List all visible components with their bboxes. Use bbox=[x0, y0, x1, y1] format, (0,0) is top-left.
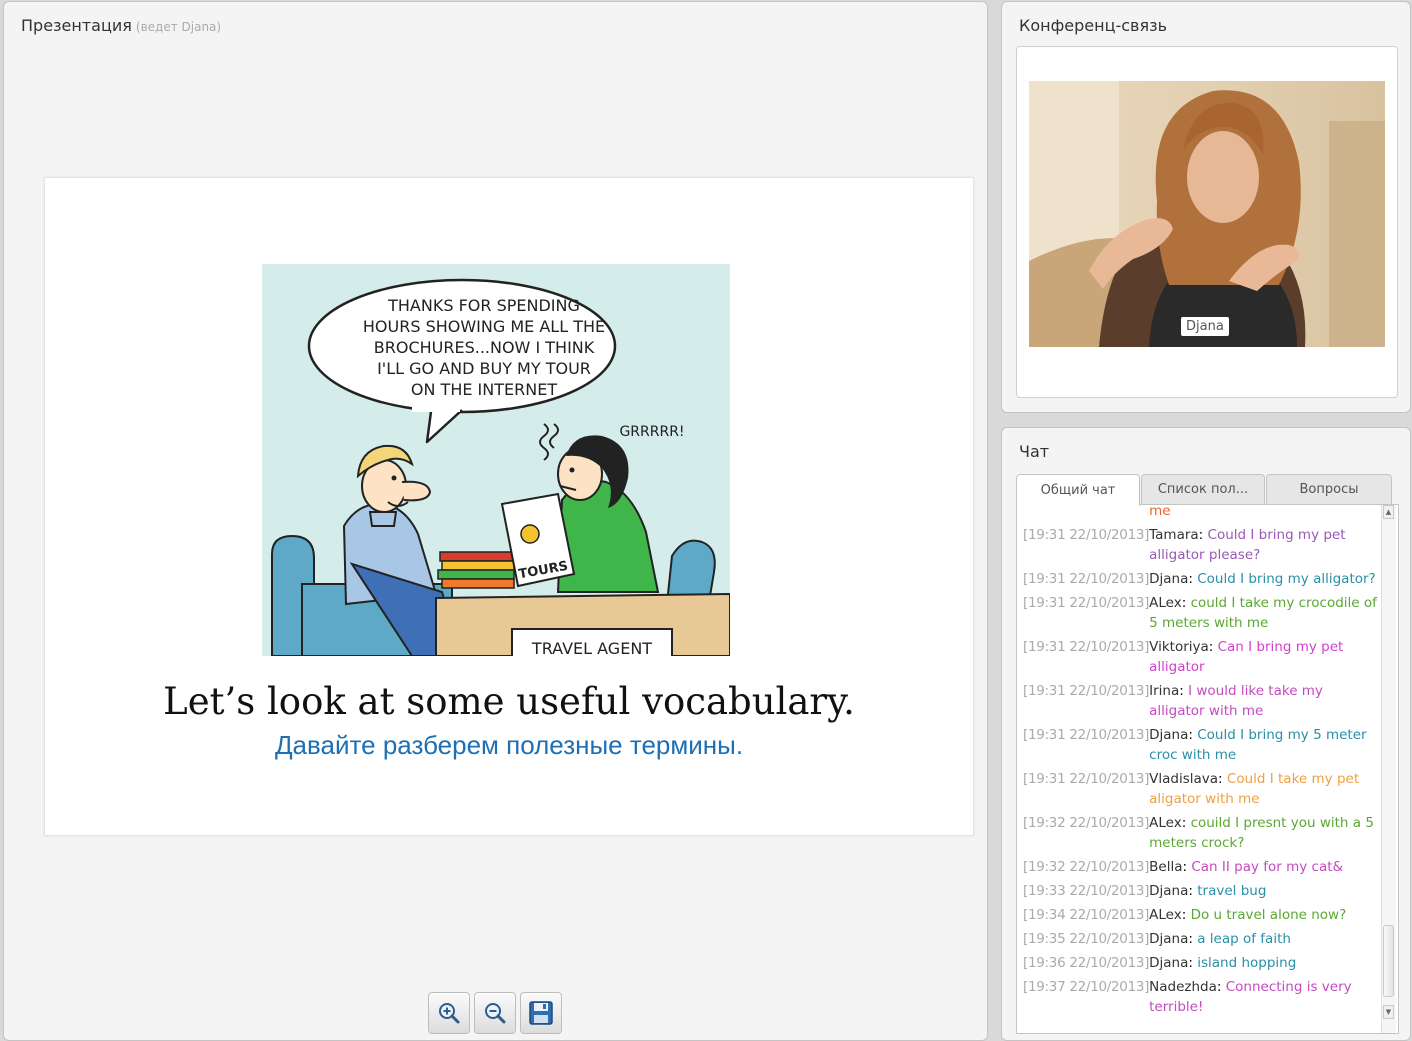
slide-toolbar bbox=[428, 992, 562, 1034]
presentation-panel: Презентация (ведет Djana) THANKS FOR SPEN… bbox=[3, 1, 988, 1041]
desk-sign: TRAVEL AGENT bbox=[531, 639, 652, 656]
chat-message: [19:33 22/10/2013] Djana: travel bug bbox=[1023, 883, 1267, 899]
chat-message: [19:31 22/10/2013] Irina: I would like ta… bbox=[1023, 683, 1323, 719]
chat-title: Чат bbox=[1019, 442, 1050, 461]
chat-scroll-thumb[interactable] bbox=[1383, 925, 1394, 997]
message-author: ALex bbox=[1149, 815, 1182, 831]
bubble-line: THANKS FOR SPENDING bbox=[387, 296, 580, 315]
scroll-up-icon[interactable]: ▲ bbox=[1383, 505, 1394, 519]
presenter-note: (ведет Djana) bbox=[135, 20, 222, 34]
cartoon-image: THANKS FOR SPENDING HOURS SHOWING ME ALL… bbox=[262, 264, 730, 656]
message-text: Could I bring my alligator? bbox=[1197, 571, 1376, 587]
chat-tabs: Общий чат Список пол... Вопросы bbox=[1016, 474, 1392, 506]
message-timestamp: [19:31 22/10/2013] bbox=[1023, 595, 1150, 611]
zoom-out-button[interactable] bbox=[474, 992, 516, 1034]
message-author: Nadezhda bbox=[1149, 979, 1217, 995]
message-author: Irina bbox=[1149, 683, 1180, 699]
chat-message: [19:31 22/10/2013] Djana: Could I bring m… bbox=[1023, 571, 1376, 587]
tab-questions[interactable]: Вопросы bbox=[1266, 474, 1392, 504]
chat-message: [19:31 22/10/2013] Djana: Could I bring m… bbox=[1023, 727, 1367, 763]
chat-message: [19:31 22/10/2013] Tamara: Could I bring … bbox=[1023, 527, 1346, 563]
message-timestamp: [19:35 22/10/2013] bbox=[1023, 931, 1150, 947]
message-text: travel bug bbox=[1197, 883, 1267, 899]
zoom-in-icon bbox=[439, 1003, 460, 1024]
message-text: couild I presnt you with a 5 meters croc… bbox=[1149, 815, 1374, 851]
chat-panel: Чат Общий чат Список пол... Вопросы [19:… bbox=[1001, 427, 1411, 1041]
message-timestamp: [19:31 22/10/2013] bbox=[1023, 683, 1150, 699]
growl-text: GRRRRR! bbox=[619, 424, 684, 440]
participant-label: Djana bbox=[1181, 317, 1229, 336]
tab-participants[interactable]: Список пол... bbox=[1141, 474, 1265, 504]
conference-title: Конференц-связь bbox=[1019, 16, 1168, 35]
slide-caption-ru: Давайте разберем полезные термины. bbox=[274, 730, 744, 760]
chat-message: [19:31 22/10/2013] Vladislava: Could I ta… bbox=[1023, 771, 1360, 807]
message-author: Bella bbox=[1149, 859, 1183, 875]
scroll-down-icon[interactable]: ▼ bbox=[1383, 1005, 1394, 1019]
message-timestamp: [19:33 22/10/2013] bbox=[1023, 883, 1150, 899]
message-author: Djana bbox=[1149, 571, 1189, 587]
chat-message: [19:31 22/10/2013] Viktoriya: Can I bring… bbox=[1023, 639, 1344, 675]
zoom-in-button[interactable] bbox=[428, 992, 470, 1034]
presenter-video-image bbox=[1029, 81, 1385, 347]
chat-scrollbar[interactable]: ▲ ▼ bbox=[1381, 505, 1396, 1033]
chat-message-list: [19:31 22/10/2013] me [19:31 22/10/2013]… bbox=[1023, 504, 1377, 1021]
message-timestamp: [19:34 22/10/2013] bbox=[1023, 907, 1150, 923]
conference-panel: Конференц-связь Djana bbox=[1001, 1, 1411, 413]
message-author: Vladislava bbox=[1149, 771, 1219, 787]
chat-message: [19:37 22/10/2013] Nadezhda: Connecting i… bbox=[1023, 979, 1352, 1015]
message-author: Viktoriya bbox=[1149, 639, 1209, 655]
bubble-line: ON THE INTERNET bbox=[411, 380, 557, 399]
message-author: Djana bbox=[1149, 883, 1189, 899]
chat-messages-box[interactable]: [19:31 22/10/2013] me [19:31 22/10/2013]… bbox=[1016, 504, 1399, 1034]
message-timestamp: [19:31 22/10/2013] bbox=[1023, 771, 1150, 787]
message-author: Djana bbox=[1149, 955, 1189, 971]
message-author: Djana bbox=[1149, 931, 1189, 947]
partial-message-text: me bbox=[1149, 504, 1171, 519]
slide-caption-en: Let’s look at some useful vocabulary. bbox=[163, 680, 855, 723]
cartoon-illustration: THANKS FOR SPENDING HOURS SHOWING ME ALL… bbox=[271, 278, 730, 656]
message-timestamp: [19:31 22/10/2013] bbox=[1023, 571, 1150, 587]
message-timestamp: [19:37 22/10/2013] bbox=[1023, 979, 1150, 995]
message-text: Can II pay for my cat& bbox=[1191, 859, 1344, 875]
message-text: island hopping bbox=[1197, 955, 1297, 971]
message-author: Tamara bbox=[1149, 527, 1199, 543]
presentation-title: Презентация (ведет Djana) bbox=[21, 16, 222, 35]
message-text: could I take my crocodile of 5 meters wi… bbox=[1149, 595, 1377, 631]
message-timestamp: [19:32 22/10/2013] bbox=[1023, 859, 1150, 875]
bubble-line: I'LL GO AND BUY MY TOUR bbox=[377, 359, 591, 378]
tab-general-chat[interactable]: Общий чат bbox=[1016, 474, 1140, 506]
message-timestamp: [19:32 22/10/2013] bbox=[1023, 815, 1150, 831]
message-timestamp: [19:36 22/10/2013] bbox=[1023, 955, 1150, 971]
chat-message: [19:36 22/10/2013] Djana: island hopping bbox=[1023, 955, 1297, 971]
save-icon bbox=[529, 1001, 553, 1025]
message-timestamp: [19:31 22/10/2013] bbox=[1023, 639, 1150, 655]
bubble-line: BROCHURES...NOW I THINK bbox=[374, 338, 595, 357]
chat-message-partial: [19:31 22/10/2013] me bbox=[1023, 504, 1377, 521]
chat-message: [19:34 22/10/2013] ALex: Do u travel alon… bbox=[1023, 907, 1347, 923]
zoom-out-icon bbox=[485, 1003, 506, 1024]
save-button[interactable] bbox=[520, 992, 562, 1034]
message-timestamp: [19:31 22/10/2013] bbox=[1023, 727, 1150, 743]
chat-message: [19:35 22/10/2013] Djana: a leap of faith bbox=[1023, 931, 1291, 947]
message-author: ALex bbox=[1149, 907, 1182, 923]
video-frame: Djana bbox=[1016, 46, 1398, 398]
bubble-line: HOURS SHOWING ME ALL THE bbox=[363, 317, 605, 336]
slide: THANKS FOR SPENDING HOURS SHOWING ME ALL… bbox=[44, 177, 974, 836]
webcam-video[interactable]: Djana bbox=[1029, 81, 1385, 347]
message-text: Do u travel alone now? bbox=[1190, 907, 1347, 923]
message-timestamp: [19:31 22/10/2013] bbox=[1023, 527, 1150, 543]
chat-message: [19:31 22/10/2013] ALex: could I take my … bbox=[1023, 595, 1377, 631]
message-author: ALex bbox=[1149, 595, 1182, 611]
chat-message: [19:32 22/10/2013] ALex: couild I presnt … bbox=[1023, 815, 1374, 851]
message-text: a leap of faith bbox=[1197, 931, 1291, 947]
message-author: Djana bbox=[1149, 727, 1189, 743]
chat-message: [19:32 22/10/2013] Bella: Can II pay for … bbox=[1023, 859, 1344, 875]
